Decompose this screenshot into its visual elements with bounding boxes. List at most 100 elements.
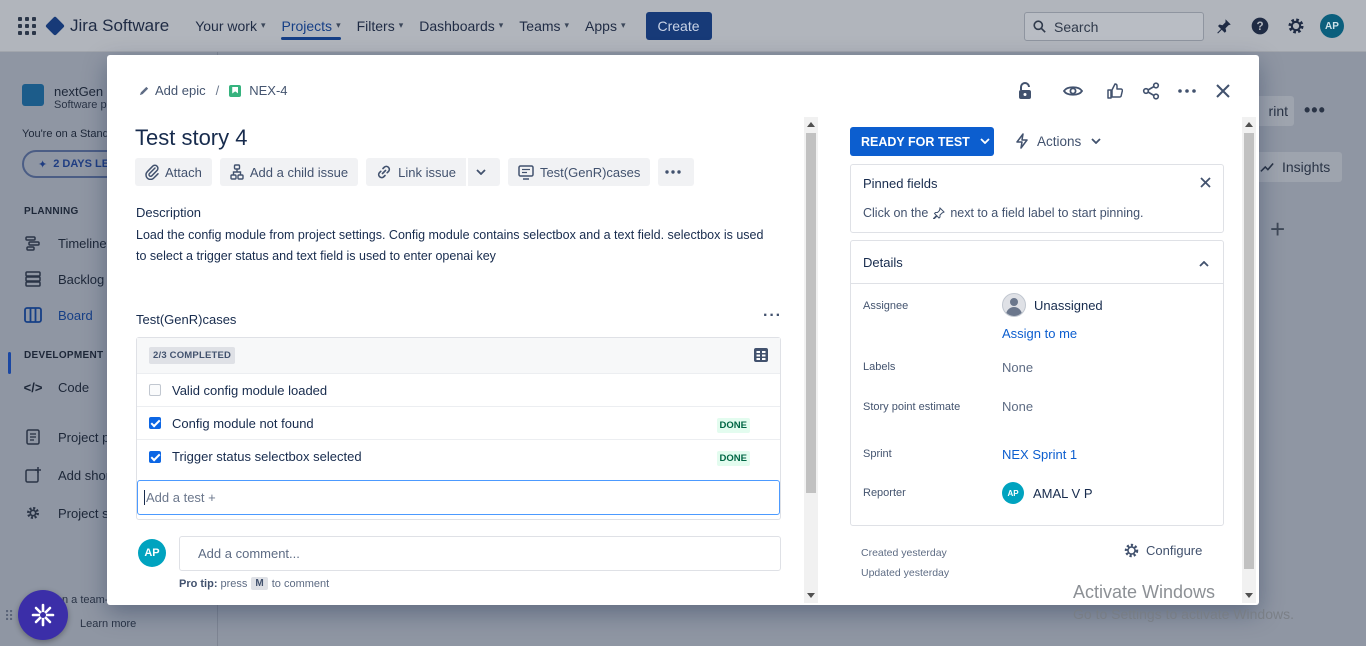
pinned-fields-hint: Click on the next to a field label to st…	[863, 206, 1144, 220]
settings-gear-icon[interactable]	[1284, 14, 1308, 38]
assignee-label: Assignee	[863, 300, 909, 312]
details-header[interactable]: Details	[851, 241, 1223, 284]
sidebar-item-label: Board	[58, 307, 93, 323]
test-case-text[interactable]: Config module not found	[172, 416, 314, 431]
learn-more-link[interactable]: Learn more	[80, 618, 136, 630]
comment-input[interactable]: Add a comment...	[179, 536, 781, 571]
test-case-checkbox[interactable]	[149, 384, 161, 396]
sidebar-item-project-pages[interactable]: Project pa	[24, 428, 117, 446]
table-view-icon[interactable]	[754, 348, 768, 365]
add-epic-link[interactable]: Add epic	[155, 83, 206, 98]
breadcrumb-separator: /	[215, 83, 220, 98]
assign-to-me-link[interactable]: Assign to me	[1002, 326, 1077, 341]
test-case-checkbox[interactable]	[149, 417, 161, 429]
keyboard-key: M	[251, 577, 268, 590]
test-cases-button[interactable]: Test(GenR)cases	[507, 158, 651, 186]
scrollbar-thumb[interactable]	[806, 133, 816, 493]
actions-dropdown[interactable]: Actions	[1015, 133, 1109, 149]
test-case-text[interactable]: Valid config module loaded	[172, 383, 327, 398]
search-input[interactable]: Search	[1024, 12, 1204, 41]
attach-button[interactable]: Attach	[135, 158, 212, 186]
sidebar-item-add-shortcut[interactable]: Add shor	[24, 466, 110, 484]
help-icon[interactable]: ?	[1248, 14, 1272, 38]
labels-value[interactable]: None	[1002, 360, 1033, 375]
link-issue-button[interactable]: Link issue	[366, 158, 466, 186]
timestamps: Created yesterday Updated yesterday	[861, 543, 949, 583]
nav-dashboards[interactable]: Dashboards ▾	[419, 0, 503, 52]
test-case-text[interactable]: Trigger status selectbox selected	[172, 449, 362, 464]
sidebar-item-project-settings[interactable]: Project se	[24, 504, 116, 522]
app-switcher-icon[interactable]	[18, 16, 36, 35]
progress-badge: 2/3 COMPLETED	[149, 347, 236, 364]
link-issue-dropdown[interactable]	[467, 158, 500, 186]
close-icon[interactable]	[1207, 79, 1239, 103]
chevron-down-icon: ▾	[564, 20, 570, 30]
reporter-field[interactable]: AP AMAL V P	[1002, 482, 1092, 504]
test-case-row: Config module not found DONE	[137, 407, 780, 440]
create-button[interactable]: Create	[645, 11, 712, 40]
notifications-icon[interactable]	[1212, 14, 1236, 38]
assignee-field[interactable]: Unassigned	[1002, 293, 1103, 317]
sidebar-item-code[interactable]: </> Code	[24, 378, 89, 396]
more-icon: •••	[1304, 100, 1326, 120]
pin-icon	[933, 207, 946, 219]
status-dropdown[interactable]: READY FOR TEST	[850, 127, 994, 156]
issue-key-link[interactable]: NEX-4	[249, 83, 287, 98]
nav-projects[interactable]: Projects ▾	[281, 0, 341, 52]
asterisk-icon	[31, 603, 55, 627]
nav-your-work[interactable]: Your work ▾	[195, 0, 265, 52]
details-panel: Details Assignee Unassigned Assign to me…	[850, 240, 1224, 526]
add-test-placeholder: Add a test +	[146, 490, 216, 505]
description-text[interactable]: Load the config module from project sett…	[136, 225, 776, 267]
add-child-issue-button[interactable]: Add a child issue	[219, 158, 359, 186]
project-header[interactable]: nextGen Software p	[22, 84, 107, 111]
watch-eye-icon[interactable]	[1057, 79, 1089, 103]
nav-apps[interactable]: Apps ▾	[585, 0, 625, 52]
chevron-down-icon	[1091, 138, 1101, 144]
nav-filters[interactable]: Filters ▾	[357, 0, 404, 52]
assignee-value: Unassigned	[1034, 297, 1103, 313]
nav-teams[interactable]: Teams ▾	[519, 0, 569, 52]
project-name: nextGen	[54, 84, 104, 99]
lock-icon[interactable]	[1009, 79, 1041, 103]
description-heading: Description	[136, 205, 202, 220]
details-title: Details	[863, 254, 903, 270]
left-scrollbar[interactable]	[804, 117, 818, 603]
actions-label: Actions	[1037, 133, 1082, 149]
configure-button[interactable]: Configure	[1123, 542, 1202, 559]
user-avatar[interactable]: AP	[1320, 14, 1344, 38]
team-managed-note: n a team-	[62, 594, 109, 606]
more-options-icon[interactable]	[1171, 79, 1203, 103]
add-test-input[interactable]: Add a test +	[137, 480, 780, 515]
unassigned-avatar-icon	[1002, 293, 1026, 317]
reporter-label: Reporter	[863, 487, 906, 499]
test-case-checkbox[interactable]	[149, 450, 161, 463]
more-actions-button[interactable]	[658, 158, 695, 186]
pro-tip-suffix: to comment	[271, 577, 330, 590]
assistant-fab-button[interactable]	[18, 590, 68, 640]
labels-label: Labels	[863, 361, 896, 373]
nav-dashboards-label: Dashboards	[419, 17, 495, 34]
sprint-value-link[interactable]: NEX Sprint 1	[1002, 447, 1077, 462]
sidebar-item-board[interactable]: Board	[24, 306, 93, 324]
share-icon[interactable]	[1135, 79, 1167, 103]
test-cases-heading: Test(GenR)cases	[136, 312, 237, 327]
close-icon[interactable]	[1200, 175, 1211, 192]
sidebar-item-timeline[interactable]: Timeline	[24, 234, 107, 252]
story-point-value[interactable]: None	[1002, 399, 1033, 414]
issue-title[interactable]: Test story 4	[135, 125, 247, 151]
thumbs-up-icon[interactable]	[1099, 79, 1131, 103]
story-point-label: Story point estimate	[863, 401, 961, 413]
scroll-down-arrow-icon[interactable]	[807, 593, 815, 598]
scrollbar-thumb[interactable]	[1244, 133, 1254, 569]
chevron-up-icon[interactable]	[1199, 255, 1209, 270]
scroll-up-arrow-icon[interactable]	[807, 122, 815, 127]
insights-label: Insights	[1282, 159, 1331, 175]
scroll-up-arrow-icon[interactable]	[1245, 122, 1253, 127]
right-scrollbar[interactable]	[1242, 117, 1256, 603]
drag-handle-icon[interactable]: ⠿	[4, 608, 14, 625]
scroll-down-arrow-icon[interactable]	[1245, 593, 1253, 598]
jira-logo[interactable]: Jira Software	[45, 16, 169, 36]
test-cases-more-icon[interactable]: ···	[763, 307, 782, 325]
sidebar-item-backlog[interactable]: Backlog	[24, 270, 104, 288]
